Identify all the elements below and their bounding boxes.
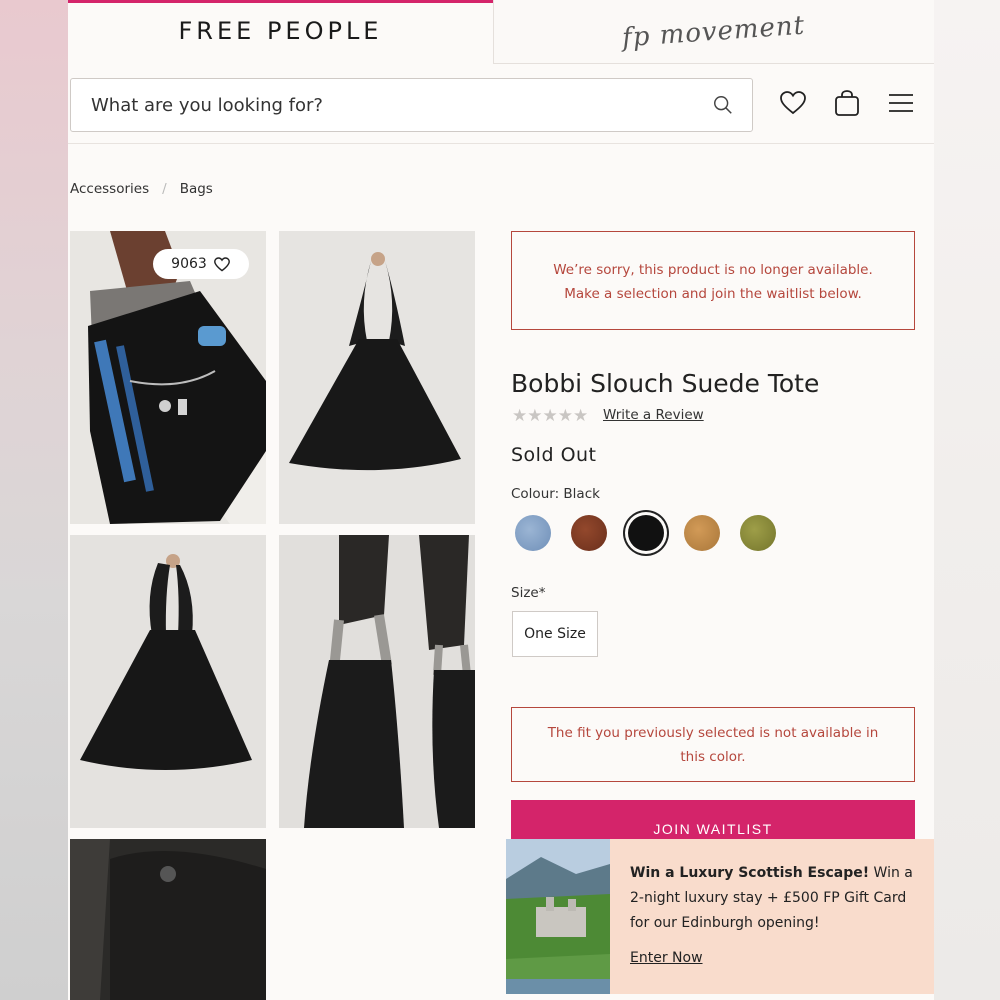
product-image-2[interactable] <box>279 231 475 524</box>
castle-landscape-image <box>506 839 610 994</box>
product-image-4[interactable] <box>279 535 475 828</box>
promo-banner: Win a Luxury Scottish Escape! Win a 2-ni… <box>506 839 934 994</box>
swatch-black[interactable] <box>628 515 664 551</box>
write-review-link[interactable]: Write a Review <box>603 407 704 423</box>
swatch-blue[interactable] <box>515 515 551 551</box>
fit-line-2: this color. <box>680 749 746 765</box>
tote-front-photo <box>279 231 475 524</box>
breadcrumb: Accessories / Bags <box>70 181 213 197</box>
tote-interior-photo <box>70 839 266 1000</box>
breadcrumb-accessories[interactable]: Accessories <box>70 181 149 197</box>
search-input[interactable] <box>89 93 712 117</box>
swatch-tan[interactable] <box>684 515 720 551</box>
search-bar <box>70 78 753 132</box>
size-label: Size* <box>511 585 546 601</box>
product-page: FREE PEOPLE fp movement Accessories / Ba… <box>68 0 934 1000</box>
fit-line-1: The fit you previously selected is not a… <box>547 725 879 741</box>
like-badge[interactable]: 9063 <box>153 249 249 279</box>
swatch-olive[interactable] <box>740 515 776 551</box>
swatch-brown[interactable] <box>571 515 607 551</box>
size-option-one-size[interactable]: One Size <box>512 611 598 657</box>
header-divider <box>68 143 934 144</box>
promo-text: Win a Luxury Scottish Escape! Win a 2-ni… <box>610 839 934 994</box>
search-icon[interactable] <box>712 94 734 116</box>
product-title: Bobbi Slouch Suede Tote <box>511 369 820 398</box>
enter-now-link[interactable]: Enter Now <box>630 946 920 971</box>
tab-fp-movement[interactable]: fp movement <box>493 0 934 64</box>
unavailable-line-1: We’re sorry, this product is no longer a… <box>553 262 873 278</box>
background-right <box>934 0 1000 1000</box>
breadcrumb-bags[interactable]: Bags <box>180 181 213 197</box>
fit-notice: The fit you previously selected is not a… <box>511 707 915 782</box>
promo-headline: Win a Luxury Scottish Escape! <box>630 865 870 881</box>
heart-icon <box>213 257 230 272</box>
unavailable-notice: We’re sorry, this product is no longer a… <box>511 231 915 330</box>
unavailable-line-2: Make a selection and join the waitlist b… <box>564 286 862 302</box>
brand-logo: FREE PEOPLE <box>178 16 383 45</box>
background-left <box>0 0 68 1000</box>
product-image-3[interactable] <box>70 535 266 828</box>
tab-free-people[interactable]: FREE PEOPLE <box>68 0 493 64</box>
tote-hanging-photo <box>70 535 266 828</box>
movement-logo: fp movement <box>621 10 807 53</box>
bag-icon[interactable] <box>832 88 862 118</box>
rating-stars: ★★★★★ <box>512 406 589 426</box>
colour-label: Colour: Black <box>511 486 600 502</box>
tote-handle-detail-photo <box>279 535 475 828</box>
menu-icon[interactable] <box>886 88 916 118</box>
stock-status: Sold Out <box>511 444 597 466</box>
product-image-1[interactable]: 9063 <box>70 231 266 524</box>
breadcrumb-separator: / <box>162 181 167 197</box>
heart-icon[interactable] <box>778 88 808 118</box>
product-image-5[interactable] <box>70 839 266 1000</box>
like-count: 9063 <box>171 256 207 272</box>
